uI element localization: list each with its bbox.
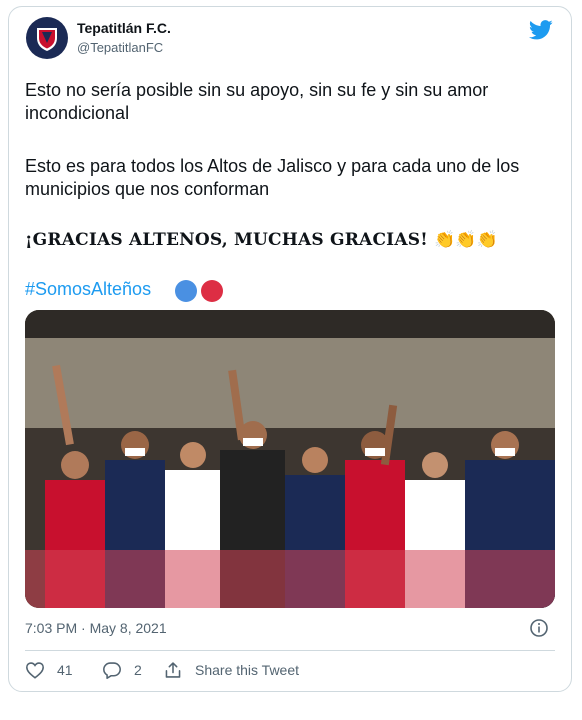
tweet-timestamp[interactable]: 7:03 PM · May 8, 2021: [25, 620, 167, 636]
tweet-photo[interactable]: [25, 310, 555, 608]
red-circle-icon: [201, 280, 223, 302]
info-icon[interactable]: [529, 618, 549, 638]
thanks-text: ¡GRACIAS ALTENOS, MUCHAS GRACIAS!: [25, 230, 428, 250]
twitter-bird-icon[interactable]: [529, 19, 553, 41]
tweet-paragraph-1: Esto no sería posible sin su apoyo, sin …: [25, 80, 489, 123]
author-name[interactable]: Tepatitlán F.C.: [77, 20, 171, 36]
avatar[interactable]: [26, 17, 68, 59]
reply-count: 2: [134, 662, 142, 678]
like-count: 41: [57, 662, 73, 678]
blue-circle-icon: [175, 280, 197, 302]
share-icon: [165, 662, 181, 678]
author-handle[interactable]: @TepatitlanFC: [77, 40, 163, 55]
club-crest-icon: [37, 28, 57, 51]
reply-button[interactable]: 2: [102, 661, 142, 679]
hashtag-link[interactable]: #SomosAlteños: [25, 279, 151, 300]
crowd-photo: [25, 310, 555, 608]
divider: [25, 650, 555, 651]
share-label: Share this Tweet: [195, 662, 300, 678]
speech-bubble-icon: [103, 662, 121, 679]
share-button[interactable]: Share this Tweet: [163, 661, 299, 679]
tweet-card[interactable]: Tepatitlán F.C. @TepatitlanFC Esto no se…: [8, 6, 572, 692]
tweet-paragraph-3: ¡GRACIAS ALTENOS, MUCHAS GRACIAS! 👏👏👏: [25, 229, 498, 252]
heart-icon: [26, 662, 44, 679]
clapping-hands-icon: 👏👏👏: [433, 230, 499, 250]
like-button[interactable]: 41: [25, 661, 73, 679]
tweet-paragraph-2: Esto es para todos los Altos de Jalisco …: [25, 156, 520, 199]
